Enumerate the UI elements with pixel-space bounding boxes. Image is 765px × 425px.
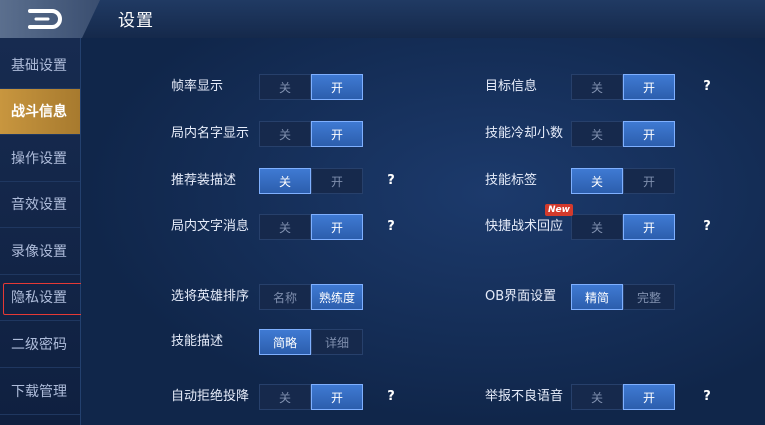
right-setting-label-4: OB界面设置 xyxy=(485,289,557,304)
sidebar-item-4[interactable]: 录像设置 xyxy=(0,229,80,275)
left-setting-5-option-0[interactable]: 简略 xyxy=(259,329,311,355)
right-setting-label-0: 目标信息 xyxy=(485,79,538,94)
sidebar-item-7[interactable]: 下载管理 xyxy=(0,369,80,415)
left-setting-4-option-1[interactable]: 熟练度 xyxy=(311,284,363,310)
left-setting-toggle-5: 简略 详细 xyxy=(259,329,363,355)
left-setting-toggle-3: 关开 xyxy=(259,214,363,240)
right-setting-2-option-1[interactable]: 开 xyxy=(623,168,675,194)
right-setting-2-option-0[interactable]: 关 xyxy=(571,168,623,194)
left-setting-toggle-1: 关开 xyxy=(259,121,363,147)
left-setting-4-option-0[interactable]: 名称 xyxy=(259,284,311,310)
left-setting-3-option-0[interactable]: 关 xyxy=(259,214,311,240)
sidebar-item-0[interactable]: 基础设置 xyxy=(0,43,80,89)
help-icon[interactable]: ? xyxy=(381,387,401,407)
right-setting-toggle-1: 关开 xyxy=(571,121,675,147)
left-setting-6-option-1[interactable]: 开 xyxy=(311,384,363,410)
right-setting-1-option-1[interactable]: 开 xyxy=(623,121,675,147)
right-setting-toggle-5: 关开 xyxy=(571,384,675,410)
left-setting-toggle-4: 名称 熟练度 xyxy=(259,284,363,310)
left-setting-6-option-0[interactable]: 关 xyxy=(259,384,311,410)
sidebar: 基础设置 战斗信息 操作设置 音效设置 录像设置 隐私设置 二级密码 下载管理 xyxy=(0,38,81,425)
left-setting-2-option-1[interactable]: 开 xyxy=(311,168,363,194)
left-setting-label-5: 技能描述 xyxy=(171,334,224,349)
left-setting-label-1: 局内名字显示 xyxy=(171,126,250,141)
help-icon[interactable]: ? xyxy=(697,217,717,237)
left-setting-2-option-0[interactable]: 关 xyxy=(259,168,311,194)
new-badge: New xyxy=(545,204,573,216)
right-setting-3-option-1[interactable]: 开 xyxy=(623,214,675,240)
sidebar-item-3[interactable]: 音效设置 xyxy=(0,182,80,228)
sidebar-item-2[interactable]: 操作设置 xyxy=(0,136,80,182)
help-icon[interactable]: ? xyxy=(381,217,401,237)
back-button[interactable] xyxy=(0,0,100,38)
right-setting-label-2: 技能标签 xyxy=(485,173,538,188)
right-setting-5-option-0[interactable]: 关 xyxy=(571,384,623,410)
top-bar: 设置 xyxy=(0,0,765,39)
right-setting-label-3: 快捷战术回应 xyxy=(485,219,564,234)
help-icon[interactable]: ? xyxy=(697,387,717,407)
left-setting-toggle-6: 关开 xyxy=(259,384,363,410)
help-icon[interactable]: ? xyxy=(381,171,401,191)
left-setting-label-2: 推荐装描述 xyxy=(171,173,237,188)
sidebar-item-1[interactable]: 战斗信息 xyxy=(0,89,80,135)
right-setting-toggle-4: 精简 完整 xyxy=(571,284,675,310)
left-setting-toggle-0: 关开 xyxy=(259,74,363,100)
right-setting-0-option-1[interactable]: 开 xyxy=(623,74,675,100)
left-setting-1-option-1[interactable]: 开 xyxy=(311,121,363,147)
left-setting-label-0: 帧率显示 xyxy=(171,79,224,94)
right-setting-label-1: 技能冷却小数 xyxy=(485,126,564,141)
settings-panel: 帧率显示关开局内名字显示关开推荐装描述关开? 局内文字消息关开? 选将英雄排序 名称熟… xyxy=(81,38,765,425)
left-setting-1-option-0[interactable]: 关 xyxy=(259,121,311,147)
right-setting-toggle-0: 关开 xyxy=(571,74,675,100)
right-setting-0-option-0[interactable]: 关 xyxy=(571,74,623,100)
left-setting-0-option-1[interactable]: 开 xyxy=(311,74,363,100)
left-setting-label-4: 选将英雄排序 xyxy=(171,289,250,304)
left-setting-3-option-1[interactable]: 开 xyxy=(311,214,363,240)
right-setting-4-option-0[interactable]: 精简 xyxy=(571,284,623,310)
left-setting-label-3: 局内文字消息 xyxy=(171,219,250,234)
left-setting-0-option-0[interactable]: 关 xyxy=(259,74,311,100)
page-title: 设置 xyxy=(118,11,154,31)
left-setting-label-6: 自动拒绝投降 xyxy=(171,389,250,404)
sidebar-item-6[interactable]: 二级密码 xyxy=(0,322,80,368)
back-arrow-icon xyxy=(28,9,62,29)
right-setting-5-option-1[interactable]: 开 xyxy=(623,384,675,410)
right-setting-1-option-0[interactable]: 关 xyxy=(571,121,623,147)
right-setting-toggle-3: 关开 xyxy=(571,214,675,240)
right-setting-4-option-1[interactable]: 完整 xyxy=(623,284,675,310)
help-icon[interactable]: ? xyxy=(697,77,717,97)
left-setting-5-option-1[interactable]: 详细 xyxy=(311,329,363,355)
left-setting-toggle-2: 关开 xyxy=(259,168,363,194)
right-setting-label-5: 举报不良语音 xyxy=(485,389,564,404)
right-setting-toggle-2: 关开 xyxy=(571,168,675,194)
right-setting-3-option-0[interactable]: 关 xyxy=(571,214,623,240)
